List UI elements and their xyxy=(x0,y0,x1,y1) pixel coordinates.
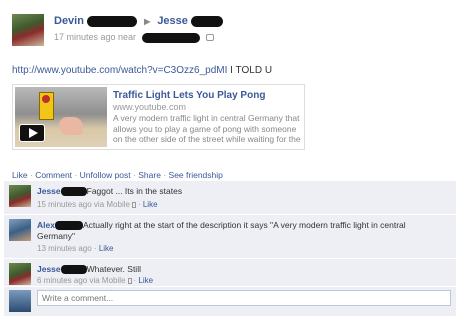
comment-body: Alex Actually right at the start of the d… xyxy=(37,220,442,242)
mobile-icon xyxy=(131,201,136,208)
attachment-description: A very modern traffic light in central G… xyxy=(113,113,301,144)
comment: Jesse Whatever. Still 6 minutes ago via M… xyxy=(4,259,456,287)
see-friendship-link[interactable]: See friendship xyxy=(169,170,223,180)
post-text: http://www.youtube.com/watch?v=C3Ozz6_pd… xyxy=(12,65,272,76)
post-meta: 17 minutes ago near xyxy=(54,32,215,43)
redacted-name xyxy=(54,221,83,231)
unfollow-post-link[interactable]: Unfollow post xyxy=(80,170,131,180)
post-message: I TOLD U xyxy=(227,65,273,76)
comment-like-link[interactable]: Like xyxy=(143,200,158,209)
comment: Jesse Faggot ... Its in the states 15 min… xyxy=(4,181,456,215)
comment-meta: 6 minutes ago via Mobile · Like xyxy=(37,276,154,285)
privacy-friends-icon[interactable] xyxy=(206,34,215,42)
comment-body: Jesse Whatever. Still xyxy=(37,264,442,275)
redacted-location xyxy=(141,32,200,43)
comment-time[interactable]: 6 minutes ago via Mobile xyxy=(37,276,126,285)
youtube-link[interactable]: http://www.youtube.com/watch?v=C3Ozz6_pd… xyxy=(12,65,227,76)
comment-time[interactable]: 13 minutes ago xyxy=(37,244,92,253)
like-link[interactable]: Like xyxy=(12,170,28,180)
post-actions: Like · Comment · Unfollow post · Share ·… xyxy=(12,170,223,180)
commenter-name[interactable]: Alex xyxy=(37,220,55,230)
comment-meta: 15 minutes ago via Mobile · Like xyxy=(37,200,158,209)
hand-image xyxy=(59,117,83,135)
commenter-name[interactable]: Jesse xyxy=(37,264,61,274)
redacted-name xyxy=(60,265,87,275)
comment-text: Faggot ... Its in the states xyxy=(86,186,183,196)
commenter-name[interactable]: Jesse xyxy=(37,186,61,196)
traffic-light-lens xyxy=(42,95,50,103)
comment-time[interactable]: 15 minutes ago via Mobile xyxy=(37,200,130,209)
comment-link[interactable]: Comment xyxy=(35,170,72,180)
separator: · xyxy=(163,170,167,180)
current-user-avatar xyxy=(9,290,31,312)
commenter-avatar[interactable] xyxy=(9,185,31,207)
commenter-avatar[interactable] xyxy=(9,263,31,285)
arrow-right-icon: ▶ xyxy=(144,17,151,26)
comment-text: Actually right at the start of the descr… xyxy=(37,220,406,241)
post-header: Devin ▶ Jesse xyxy=(54,15,223,27)
write-comment-row xyxy=(4,287,456,314)
redacted-name xyxy=(87,15,138,27)
comment-meta: 13 minutes ago · Like xyxy=(37,244,114,253)
mobile-icon xyxy=(127,277,132,284)
comment-body: Jesse Faggot ... Its in the states xyxy=(37,186,442,197)
comment: Alex Actually right at the start of the d… xyxy=(4,215,456,259)
comment-like-link[interactable]: Like xyxy=(99,244,114,253)
separator: · xyxy=(133,170,136,180)
separator: · xyxy=(29,170,33,180)
comment-input[interactable] xyxy=(37,290,451,306)
commenter-avatar[interactable] xyxy=(9,219,31,241)
separator: · xyxy=(74,170,78,180)
author-name-link[interactable]: Devin xyxy=(54,15,84,27)
redacted-name xyxy=(190,15,223,27)
comment-like-link[interactable]: Like xyxy=(138,276,153,285)
attachment-domain: www.youtube.com xyxy=(113,102,187,112)
comment-text: Whatever. Still xyxy=(86,264,141,274)
attachment-title[interactable]: Traffic Light Lets You Play Pong xyxy=(113,90,265,101)
video-thumbnail[interactable] xyxy=(15,87,107,147)
author-avatar[interactable] xyxy=(12,14,44,46)
redacted-name xyxy=(60,187,87,197)
share-link[interactable]: Share xyxy=(138,170,161,180)
play-icon[interactable] xyxy=(19,124,45,142)
target-name-link[interactable]: Jesse xyxy=(157,15,188,27)
link-attachment[interactable]: Traffic Light Lets You Play Pong www.you… xyxy=(12,84,305,150)
post-time[interactable]: 17 minutes ago near xyxy=(54,32,136,42)
